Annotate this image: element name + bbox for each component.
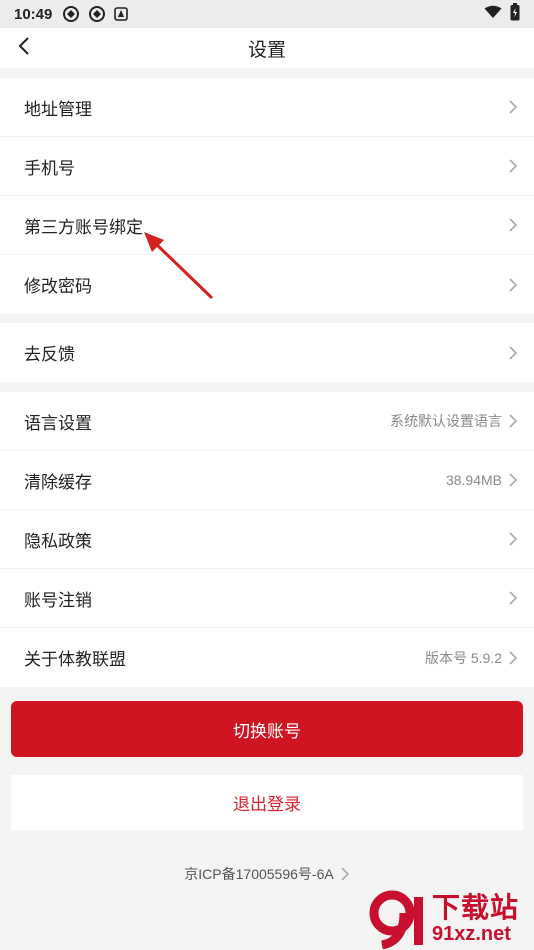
chevron-right-icon — [508, 414, 518, 428]
change-password-row[interactable]: 修改密码 — [0, 255, 534, 314]
watermark-title: 下载站 — [432, 892, 520, 923]
settings-group-general: 语言设置 系统默认设置语言 清除缓存 38.94MB 隐私政策 账号注销 关于体… — [0, 392, 534, 687]
watermark: 下载站 91xz.net — [366, 888, 534, 950]
page-title: 设置 — [247, 39, 286, 61]
privacy-policy-row[interactable]: 隐私政策 — [0, 510, 534, 569]
status-time: 10:49 — [14, 5, 53, 23]
watermark-logo-icon — [366, 888, 432, 950]
back-button[interactable] — [8, 32, 40, 64]
row-label: 地址管理 — [24, 99, 92, 119]
row-label: 清除缓存 — [24, 472, 92, 492]
address-management-row[interactable]: 地址管理 — [0, 78, 534, 137]
row-value: 系统默认设置语言 — [390, 413, 502, 429]
wifi-icon — [484, 5, 502, 23]
chevron-right-icon — [340, 867, 350, 881]
sync-icon — [88, 5, 106, 23]
clear-cache-row[interactable]: 清除缓存 38.94MB — [0, 451, 534, 510]
nav-bar: 设置 — [0, 28, 534, 68]
sync-icon — [62, 5, 80, 23]
chevron-right-icon — [508, 591, 518, 605]
chevron-right-icon — [508, 218, 518, 232]
chevron-right-icon — [508, 650, 518, 665]
logout-button[interactable]: 退出登录 — [11, 775, 523, 830]
watermark-site: 91xz.net — [432, 923, 511, 945]
row-label: 修改密码 — [24, 277, 92, 296]
account-deletion-row[interactable]: 账号注销 — [0, 569, 534, 628]
battery-icon — [510, 3, 520, 25]
about-row[interactable]: 关于体教联盟 版本号 5.9.2 — [0, 628, 534, 687]
row-label: 第三方账号绑定 — [24, 217, 143, 237]
chevron-right-icon — [508, 100, 518, 114]
row-value: 版本号 5.9.2 — [424, 649, 502, 666]
chevron-right-icon — [508, 473, 518, 487]
row-label: 隐私政策 — [24, 531, 92, 551]
row-label: 手机号 — [24, 158, 75, 178]
icp-text: 京ICP备17005596号-6A — [184, 866, 334, 882]
language-settings-row[interactable]: 语言设置 系统默认设置语言 — [0, 392, 534, 451]
settings-group-account: 地址管理 手机号 第三方账号绑定 修改密码 — [0, 78, 534, 314]
row-label: 去反馈 — [24, 345, 75, 364]
row-label: 关于体教联盟 — [24, 650, 126, 669]
settings-group-feedback: 去反馈 — [0, 323, 534, 382]
switch-account-button[interactable]: 切换账号 — [11, 701, 523, 757]
status-bar: 10:49 — [0, 0, 534, 28]
chevron-right-icon — [508, 532, 518, 546]
feedback-row[interactable]: 去反馈 — [0, 323, 534, 382]
chevron-right-icon — [508, 345, 518, 360]
phone-number-row[interactable]: 手机号 — [0, 137, 534, 196]
notification-icon — [114, 7, 129, 21]
chevron-left-icon — [18, 36, 30, 61]
chevron-right-icon — [508, 159, 518, 173]
row-value: 38.94MB — [445, 472, 502, 488]
third-party-binding-row[interactable]: 第三方账号绑定 — [0, 196, 534, 255]
chevron-right-icon — [508, 277, 518, 292]
icp-link[interactable]: 京ICP备17005596号-6A — [0, 862, 534, 886]
row-label: 语言设置 — [24, 413, 92, 433]
row-label: 账号注销 — [24, 590, 92, 610]
